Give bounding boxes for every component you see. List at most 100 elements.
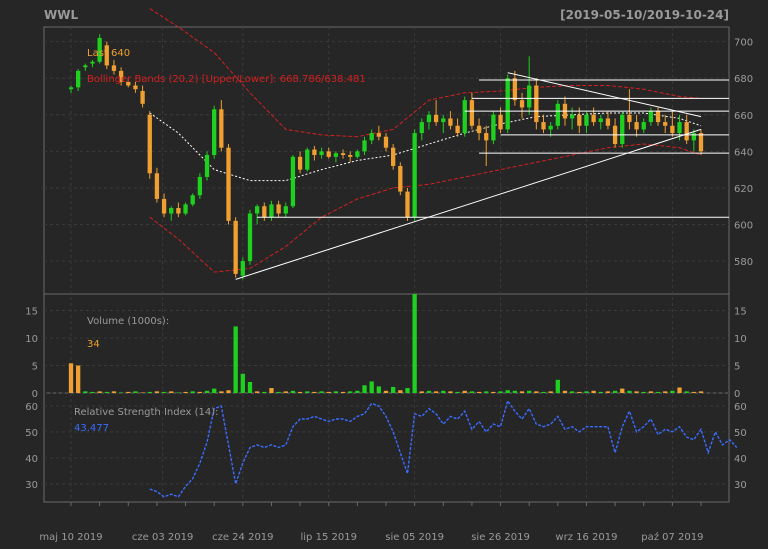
price-tick-label: 640 xyxy=(734,147,753,158)
volume-bar xyxy=(169,391,174,393)
candle-body xyxy=(111,65,117,71)
volume-bar xyxy=(591,390,596,393)
volume-bar xyxy=(154,391,160,393)
volume-bar xyxy=(577,391,582,393)
candle-body xyxy=(584,114,589,126)
volume-bar xyxy=(555,379,560,393)
volume-bar xyxy=(648,391,654,393)
volume-bar xyxy=(283,391,288,393)
candle-body xyxy=(455,125,460,134)
volume-bar xyxy=(612,390,618,393)
candle-body xyxy=(169,208,174,214)
candle-body xyxy=(297,156,303,170)
volume-bar xyxy=(548,391,553,393)
candle-body xyxy=(147,114,152,174)
candle-body xyxy=(419,122,424,134)
volume-bar xyxy=(254,391,260,393)
candle-body xyxy=(212,109,217,156)
volume-left-tick-label: 0 xyxy=(32,389,38,400)
candle-body xyxy=(362,140,367,152)
candle-body xyxy=(498,114,503,130)
chart-date-range: [2019-05-10/2019-10-24] xyxy=(560,8,729,22)
volume-bar xyxy=(83,391,88,393)
volume-last-value: 34 xyxy=(87,339,100,350)
x-tick-label: maj 10 2019 xyxy=(39,532,102,543)
candle-body xyxy=(534,85,539,123)
candle-body xyxy=(684,122,689,141)
volume-bar xyxy=(512,390,518,393)
candle-body xyxy=(219,109,224,148)
volume-bar xyxy=(147,391,152,393)
volume-bar xyxy=(197,391,203,393)
volume-bar xyxy=(698,391,704,393)
rsi-tick-label: 30 xyxy=(734,480,747,491)
x-tick-label: sie 26 2019 xyxy=(471,532,530,543)
volume-bar xyxy=(133,391,138,393)
candle-body xyxy=(391,147,396,166)
candle-body xyxy=(469,100,475,126)
volume-bar xyxy=(412,294,417,393)
candle-body xyxy=(90,61,95,64)
candle-body xyxy=(598,118,603,123)
volume-bar xyxy=(505,390,510,393)
candle-body xyxy=(254,206,260,214)
volume-bar xyxy=(219,391,224,393)
stock-chart: WWL [2019-05-10/2019-10-24] 580600620640… xyxy=(0,0,768,549)
volume-bar xyxy=(290,390,296,393)
volume-bar xyxy=(333,391,339,393)
price-tick-label: 680 xyxy=(734,74,753,85)
candle-body xyxy=(283,206,288,214)
volume-bar xyxy=(484,391,489,393)
volume-bar xyxy=(183,391,188,393)
volume-bar xyxy=(684,391,689,393)
candle-body xyxy=(197,176,203,196)
volume-bar xyxy=(670,390,675,393)
volume-bar xyxy=(562,390,568,393)
candle-body xyxy=(433,114,439,123)
volume-bar xyxy=(598,391,603,393)
volume-bar xyxy=(641,391,646,393)
last-price-label: Last 640 xyxy=(87,48,130,59)
volume-bar xyxy=(398,390,403,393)
candle-body xyxy=(398,165,403,192)
volume-bar xyxy=(469,391,475,393)
volume-bar xyxy=(355,390,360,393)
candle-body xyxy=(312,149,317,156)
volume-bar xyxy=(76,365,81,393)
rsi-left-tick-label: 60 xyxy=(25,402,38,413)
candle-body xyxy=(541,122,546,130)
price-tick-label: 620 xyxy=(734,184,753,195)
candle-body xyxy=(663,122,668,126)
candle-body xyxy=(262,206,267,218)
volume-bar xyxy=(677,387,682,393)
candle-body xyxy=(569,114,575,119)
volume-bar xyxy=(269,388,274,393)
candle-body xyxy=(76,70,81,88)
candle-body xyxy=(240,261,245,276)
candle-body xyxy=(484,133,489,141)
volume-bar xyxy=(634,391,639,393)
volume-bar xyxy=(369,381,374,393)
rsi-last-value: 43.477 xyxy=(74,423,109,434)
volume-bar xyxy=(226,390,231,393)
volume-bar xyxy=(204,390,210,393)
candle-body xyxy=(176,208,181,214)
x-tick-label: paź 07 2019 xyxy=(641,531,703,543)
volume-bar xyxy=(97,391,102,393)
chart-symbol: WWL xyxy=(44,8,78,22)
candle-body xyxy=(348,155,353,157)
candle-body xyxy=(383,136,389,148)
candle-body xyxy=(269,204,274,218)
candle-body xyxy=(376,133,381,137)
candle-body xyxy=(476,125,482,134)
volume-bar xyxy=(419,391,424,393)
candle-body xyxy=(226,147,231,221)
volume-bar xyxy=(319,391,324,393)
volume-bar xyxy=(433,391,439,393)
candle-body xyxy=(698,133,704,152)
rsi-left-tick-label: 40 xyxy=(25,454,38,465)
price-tick-label: 600 xyxy=(734,221,753,232)
volume-bar xyxy=(527,390,532,393)
volume-bar xyxy=(297,391,303,393)
volume-bar xyxy=(405,388,410,393)
